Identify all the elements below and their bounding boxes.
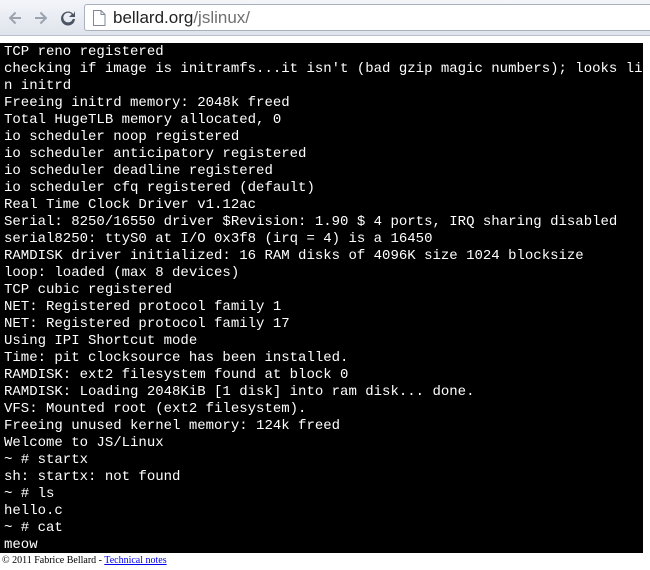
terminal-line: sh: startx: not found (4, 469, 181, 485)
terminal-line: VFS: Mounted root (ext2 filesystem). (4, 401, 307, 417)
terminal-line: Freeing unused kernel memory: 124k freed (4, 418, 341, 434)
terminal-line: checking if image is initramfs...it isn'… (4, 61, 643, 77)
terminal-line: Using IPI Shortcut mode (4, 333, 198, 349)
copyright-text: © 2011 Fabrice Bellard - (2, 555, 105, 566)
terminal-line: io scheduler noop registered (4, 129, 240, 145)
terminal-line: io scheduler anticipatory registered (4, 146, 307, 162)
url-text: bellard.org/jslinux/ (113, 8, 250, 28)
browser-toolbar: bellard.org/jslinux/ (0, 0, 650, 36)
terminal-line: Time: pit clocksource has been installed… (4, 350, 349, 366)
terminal-line: Real Time Clock Driver v1.12ac (4, 197, 257, 213)
terminal-line: Welcome to JS/Linux (4, 435, 164, 451)
terminal-line: NET: Registered protocol family 1 (4, 299, 282, 315)
terminal-line: ~ # cat (4, 520, 63, 536)
terminal-line: TCP reno registered (4, 44, 164, 60)
terminal-line: Serial: 8250/16550 driver $Revision: 1.9… (4, 214, 618, 230)
terminal-line: serial8250: ttyS0 at I/O 0x3f8 (irq = 4)… (4, 231, 433, 247)
back-arrow-icon (8, 11, 21, 25)
terminal-line: n initrd (4, 78, 72, 94)
terminal-line: Freeing initrd memory: 2048k freed (4, 95, 290, 111)
reload-button[interactable] (57, 7, 79, 29)
page-footer: © 2011 Fabrice Bellard - Technical notes (2, 555, 167, 566)
terminal-line: io scheduler deadline registered (4, 163, 273, 179)
terminal-line: NET: Registered protocol family 17 (4, 316, 290, 332)
technical-notes-link[interactable]: Technical notes (104, 555, 166, 566)
terminal-line: ~ # ls (4, 486, 55, 502)
forward-arrow-icon (35, 11, 48, 25)
terminal-line: RAMDISK: ext2 filesystem found at block … (4, 367, 349, 383)
terminal-line: TCP cubic registered (4, 282, 173, 298)
terminal-line: loop: loaded (max 8 devices) (4, 265, 240, 281)
terminal-line: hello.c (4, 503, 63, 519)
back-button[interactable] (4, 7, 26, 29)
url-path: /jslinux/ (193, 7, 251, 27)
terminal-line: Total HugeTLB memory allocated, 0 (4, 112, 282, 128)
terminal-line: io scheduler cfq registered (default) (4, 180, 315, 196)
terminal-line: RAMDISK: Loading 2048KiB [1 disk] into r… (4, 384, 475, 400)
address-bar[interactable]: bellard.org/jslinux/ (84, 4, 650, 31)
terminal-line: ~ # startx (4, 452, 89, 468)
terminal-line: RAMDISK driver initialized: 16 RAM disks… (4, 248, 584, 264)
url-host: bellard.org (113, 7, 194, 27)
terminal-screen[interactable]: TCP reno registered checking if image is … (0, 43, 643, 553)
page-icon (91, 9, 107, 26)
terminal-line: meow (4, 537, 38, 553)
forward-button[interactable] (30, 7, 52, 29)
reload-icon (61, 11, 75, 26)
